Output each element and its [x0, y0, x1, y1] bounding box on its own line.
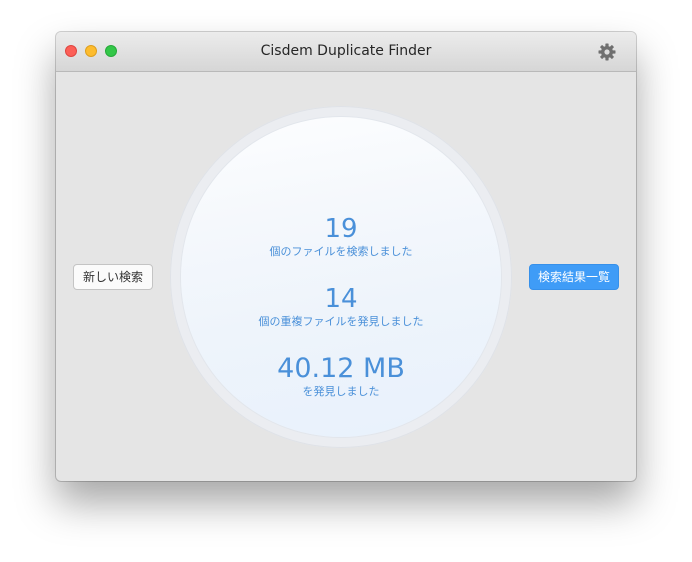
size-found-label: を発見しました [302, 385, 380, 398]
window-title: Cisdem Duplicate Finder [260, 43, 432, 59]
results-circle: 19 個のファイルを検索しました 14 個の重複ファイルを発見しました 40.1… [181, 117, 501, 437]
files-scanned-stat: 19 個のファイルを検索しました [181, 214, 501, 259]
duplicates-found-label: 個の重複ファイルを発見しました [258, 315, 424, 328]
files-scanned-count: 19 [324, 214, 358, 244]
title-bar[interactable]: Cisdem Duplicate Finder [56, 32, 636, 72]
app-window: Cisdem Duplicate Finder 19 個のファイルを検索しました… [56, 32, 636, 481]
files-scanned-label: 個のファイルを検索しました [269, 245, 413, 258]
view-results-button[interactable]: 検索結果一覧 [529, 264, 619, 290]
duplicates-found-stat: 14 個の重複ファイルを発見しました [181, 284, 501, 329]
size-found-value: 40.12 MB [277, 353, 405, 384]
new-search-button[interactable]: 新しい検索 [73, 264, 153, 290]
size-found-stat: 40.12 MB を発見しました [181, 354, 501, 399]
duplicates-found-count: 14 [324, 284, 358, 314]
gear-icon[interactable] [597, 42, 617, 62]
